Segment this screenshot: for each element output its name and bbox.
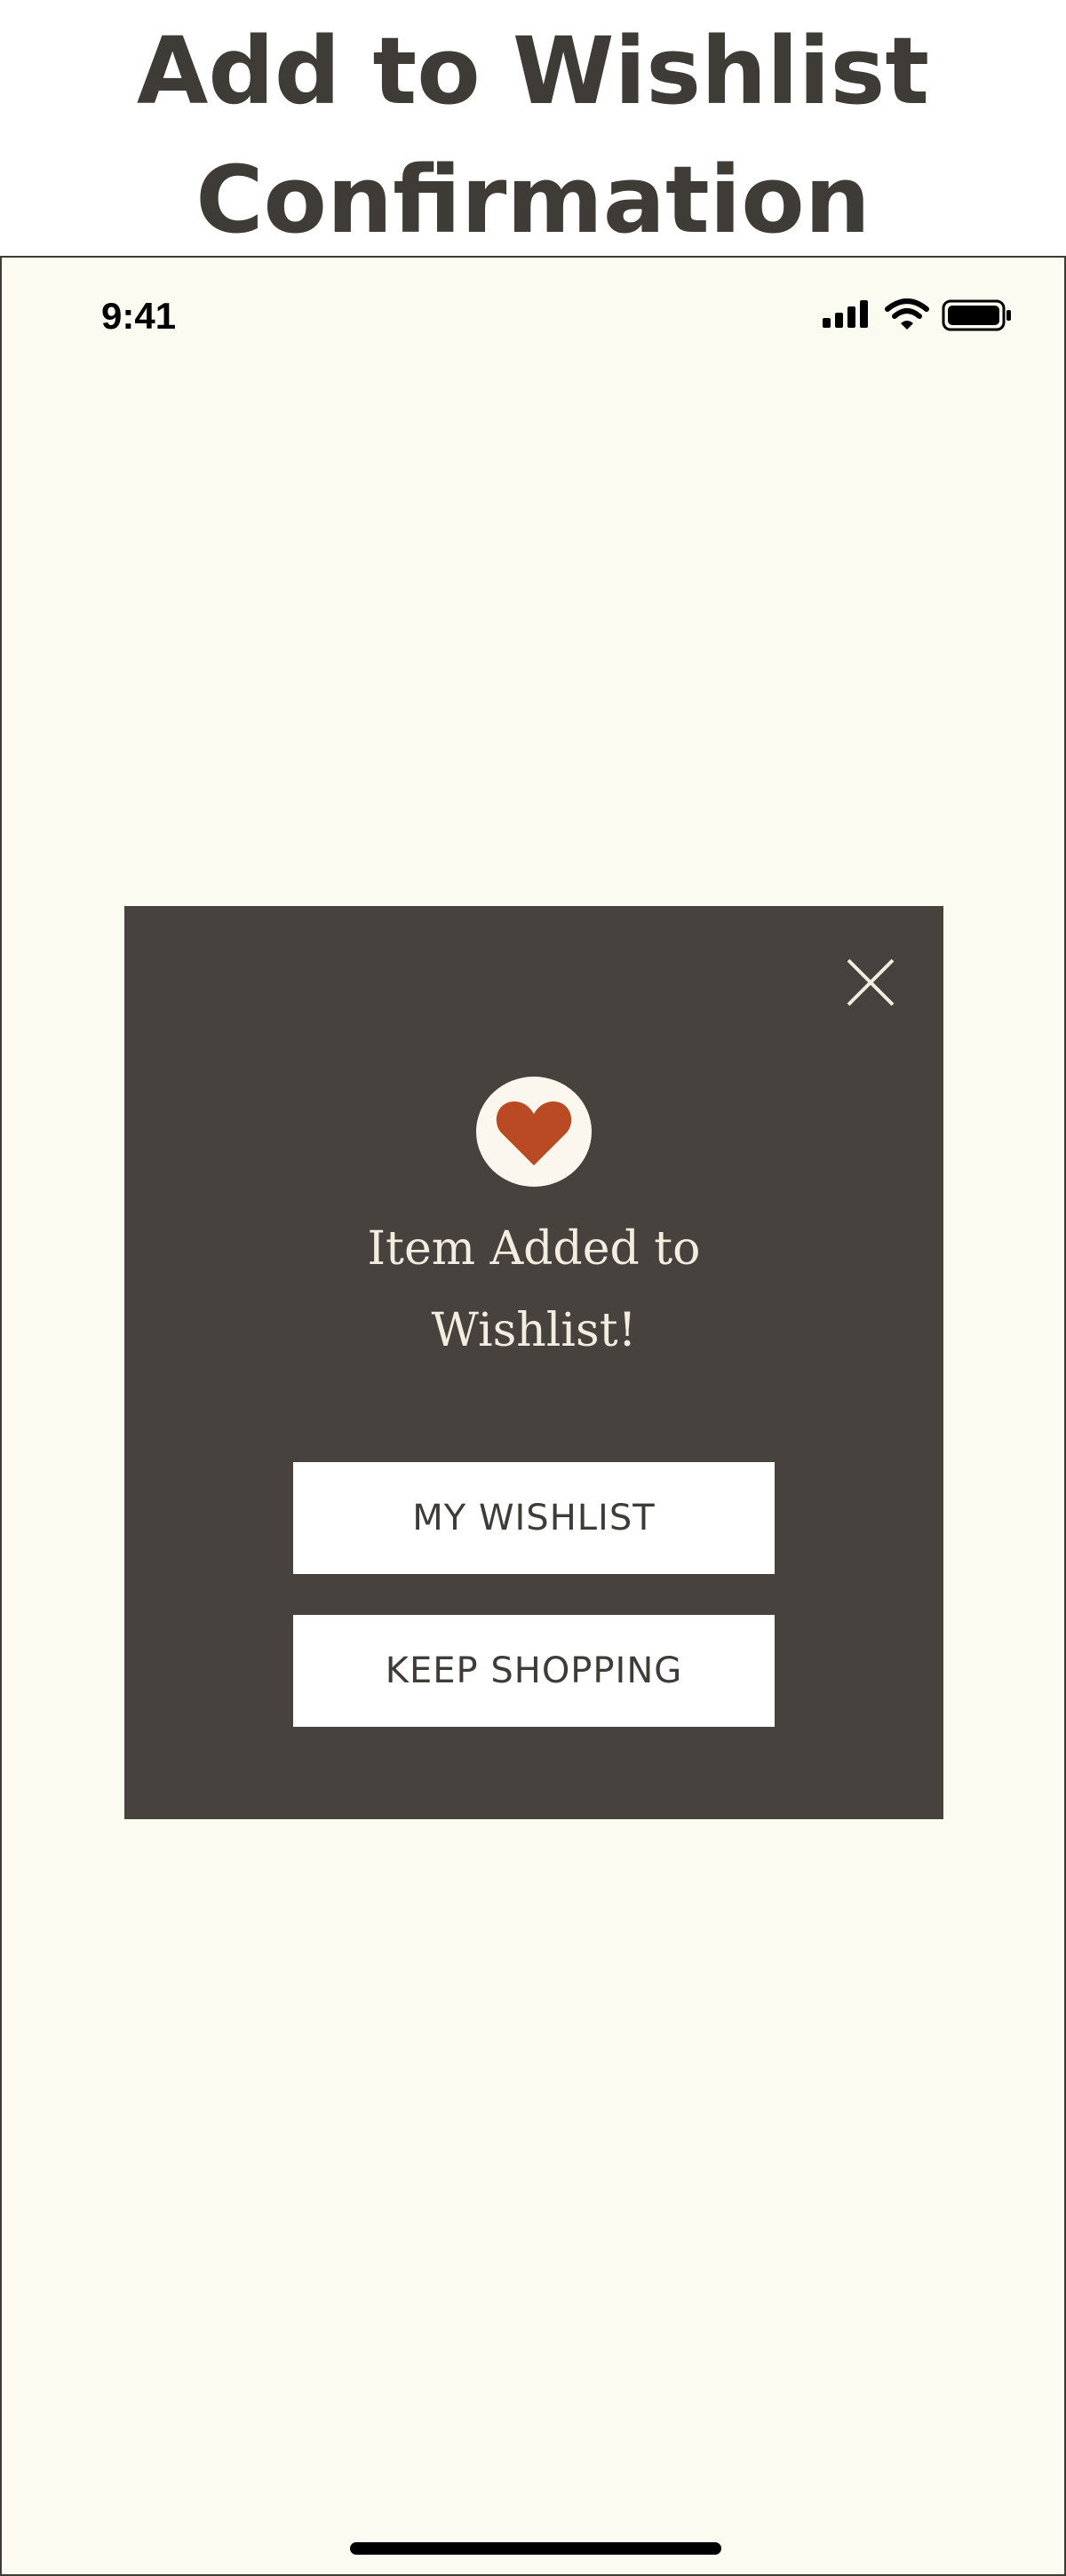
signal-icon [821,298,872,329]
battery-icon [942,298,1013,332]
my-wishlist-button[interactable]: MY WISHLIST [293,1462,775,1574]
heart-icon [496,1101,572,1165]
wishlist-confirmation-modal: Item Added to Wishlist! MY WISHLIST KEEP… [124,906,943,1819]
phone-screen: 9:41 Item Added to Wishlist! MY WISHLIST… [0,256,1066,2576]
home-indicator[interactable] [350,2542,721,2555]
keep-shopping-button[interactable]: KEEP SHOPPING [293,1615,775,1727]
status-time: 9:41 [101,295,177,337]
close-icon[interactable] [846,958,895,1007]
wifi-icon [885,298,929,330]
heart-badge [476,1077,592,1187]
confirmation-message: Item Added to Wishlist! [367,1222,701,1357]
page-title: Add to Wishlist Confirmation [136,17,930,254]
